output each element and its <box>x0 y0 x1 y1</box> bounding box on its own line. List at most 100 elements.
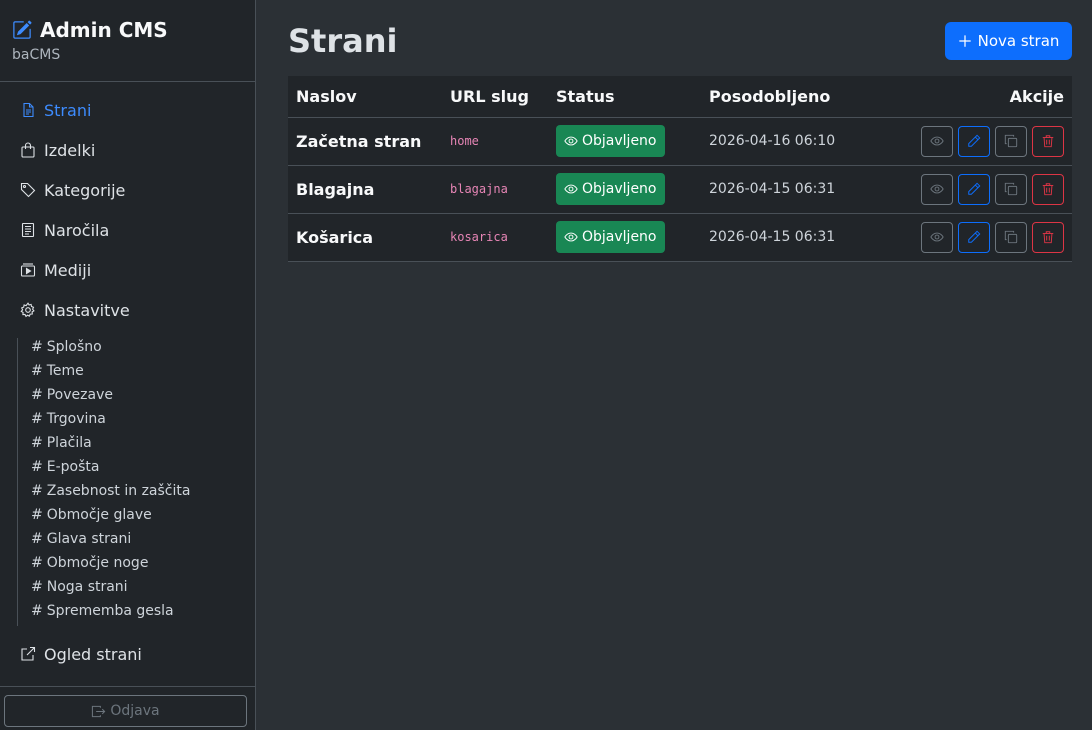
eye-icon <box>564 232 578 242</box>
file-text-icon <box>23 102 34 118</box>
settings-link-label: Povezave <box>46 387 113 403</box>
column-header-url-slug[interactable]: URL slug <box>442 76 548 118</box>
plus-icon <box>958 35 971 47</box>
settings-link-placila[interactable]: # Plačila <box>31 434 255 458</box>
sidebar-item-label: Naročila <box>44 220 110 240</box>
sidebar-item-izdelki[interactable]: Izdelki <box>0 130 255 170</box>
edit-button[interactable] <box>958 221 990 253</box>
duplicate-button[interactable] <box>995 221 1027 253</box>
column-header-posodobljeno[interactable]: Posodobljeno <box>701 76 891 118</box>
settings-link-label: Zasebnost in zaščita <box>46 483 191 499</box>
view-button[interactable] <box>921 173 953 205</box>
brand-title[interactable]: Admin CMS <box>12 18 243 42</box>
status-cell: Objavljeno <box>548 165 701 214</box>
actions-cell <box>891 213 1072 262</box>
sidebar-item-narocila[interactable]: Naročila <box>0 210 255 250</box>
gear-icon <box>20 302 35 318</box>
status-badge: Objavljeno <box>556 221 665 253</box>
box-arrow-right-icon <box>92 705 106 717</box>
status-label: Objavljeno <box>582 229 657 245</box>
sidebar-item-label: Mediji <box>44 260 92 280</box>
column-header-naslov[interactable]: Naslov <box>288 76 442 118</box>
table-header-row: Naslov URL slug Status Posodobljeno Akci… <box>288 76 1072 118</box>
table-row: Začetna stran home Objavljeno 2026-04-16… <box>288 117 1072 166</box>
settings-link-label: Trgovina <box>46 411 106 427</box>
settings-link-povezave[interactable]: # Povezave <box>31 386 255 410</box>
status-label: Objavljeno <box>582 133 657 149</box>
settings-link-label: Glava strani <box>46 531 132 547</box>
settings-link-teme[interactable]: # Teme <box>31 362 255 386</box>
sidebar-item-kategorije[interactable]: Kategorije <box>0 170 255 210</box>
settings-link-trgovina[interactable]: # Trgovina <box>31 410 255 434</box>
settings-link-label: Sprememba gesla <box>46 603 174 619</box>
updated-cell: 2026-04-15 06:31 <box>701 213 891 262</box>
view-button[interactable] <box>921 221 953 253</box>
pencil-square-icon <box>13 20 32 39</box>
actions-cell <box>891 117 1072 166</box>
slug-cell: blagajna <box>442 165 548 214</box>
logout-label: Odjava <box>110 703 160 719</box>
sidebar-item-ogled-strani[interactable]: Ogled strani <box>0 634 255 674</box>
edit-button[interactable] <box>958 125 990 157</box>
edit-button[interactable] <box>958 173 990 205</box>
settings-link-label: Območje glave <box>46 507 152 523</box>
settings-link-label: E-pošta <box>46 459 100 475</box>
external-link-icon <box>21 646 36 661</box>
status-label: Objavljeno <box>582 181 657 197</box>
page-title-cell: Začetna stran <box>288 117 442 166</box>
delete-button[interactable] <box>1032 221 1064 253</box>
bag-icon <box>21 142 35 158</box>
settings-link-splosno[interactable]: # Splošno <box>31 338 255 362</box>
settings-link-noga-strani[interactable]: # Noga strani <box>31 578 255 602</box>
media-icon <box>20 263 36 277</box>
column-header-status[interactable]: Status <box>548 76 701 118</box>
settings-link-glava-strani[interactable]: # Glava strani <box>31 530 255 554</box>
table-row: Košarica kosarica Objavljeno 2026-04-15 … <box>288 213 1072 262</box>
pencil-icon <box>968 182 981 195</box>
sidebar-item-label: Strani <box>44 100 92 120</box>
eye-icon <box>930 136 944 146</box>
brand-title-text: Admin CMS <box>40 18 168 42</box>
sidebar-item-strani[interactable]: Strani <box>0 90 255 130</box>
receipt-icon <box>21 222 35 238</box>
tags-icon <box>20 182 36 198</box>
settings-link-eposta[interactable]: # E-pošta <box>31 458 255 482</box>
trash-icon <box>1042 231 1054 244</box>
logout-button[interactable]: Odjava <box>4 695 247 727</box>
sidebar: Admin CMS baCMS Strani Izdelki Kategorij… <box>0 0 256 730</box>
status-badge: Objavljeno <box>556 173 665 205</box>
sidebar-item-label: Izdelki <box>44 140 96 160</box>
eye-icon <box>930 232 944 242</box>
page-title: Strani <box>288 22 398 60</box>
sidebar-item-nastavitve[interactable]: Nastavitve <box>0 290 255 330</box>
settings-link-sprememba-gesla[interactable]: # Sprememba gesla <box>31 602 255 626</box>
copy-icon <box>1004 182 1018 196</box>
settings-link-obmocje-noge[interactable]: # Območje noge <box>31 554 255 578</box>
settings-link-obmocje-glave[interactable]: # Območje glave <box>31 506 255 530</box>
settings-link-label: Plačila <box>46 435 92 451</box>
sidebar-item-label: Nastavitve <box>44 300 130 320</box>
actions-cell <box>891 165 1072 214</box>
copy-icon <box>1004 134 1018 148</box>
slug-cell: home <box>442 117 548 166</box>
status-cell: Objavljeno <box>548 213 701 262</box>
new-page-button[interactable]: Nova stran <box>945 22 1072 60</box>
delete-button[interactable] <box>1032 173 1064 205</box>
pencil-icon <box>968 134 981 147</box>
settings-link-label: Noga strani <box>46 579 128 595</box>
eye-icon <box>564 184 578 194</box>
settings-link-zasebnost[interactable]: # Zasebnost in zaščita <box>31 482 255 506</box>
sidebar-item-label: Kategorije <box>44 180 126 200</box>
duplicate-button[interactable] <box>995 173 1027 205</box>
brand-subtitle: baCMS <box>12 47 61 63</box>
sidebar-item-mediji[interactable]: Mediji <box>0 250 255 290</box>
view-button[interactable] <box>921 125 953 157</box>
duplicate-button[interactable] <box>995 125 1027 157</box>
column-header-akcije: Akcije <box>891 76 1072 118</box>
copy-icon <box>1004 230 1018 244</box>
delete-button[interactable] <box>1032 125 1064 157</box>
settings-link-label: Območje noge <box>46 555 149 571</box>
slug-cell: kosarica <box>442 213 548 262</box>
sidebar-footer: Odjava <box>0 686 255 727</box>
settings-subnav: # Splošno # Teme # Povezave # Trgovina # Plač… <box>17 338 255 626</box>
